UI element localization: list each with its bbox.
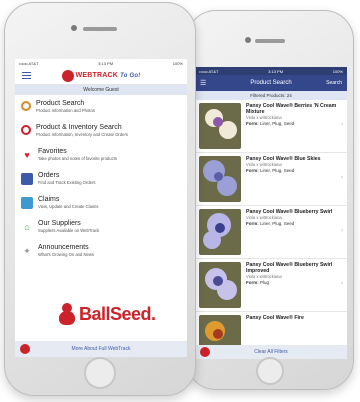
- truck-icon: [21, 173, 33, 185]
- product-name: Pansy Cool Wave® Blueberry Swirl Improve…: [246, 262, 333, 274]
- product-search-screen: •••oo AT&T 3:13 PM 100% ☰ Product Search…: [195, 67, 347, 359]
- form-label: Form:: [246, 280, 259, 285]
- form-value: Liner, Plug, Seed: [260, 168, 295, 173]
- menu-subtitle: Product Information and Photos: [36, 108, 95, 113]
- menu-subtitle: Suppliers Available on WebTrack: [38, 228, 100, 233]
- ball-badge-icon: [61, 69, 74, 82]
- menu-item-favorites[interactable]: ♥ Favorites Take photos and notes of favo…: [15, 145, 187, 169]
- product-thumbnail: [199, 262, 241, 308]
- main-menu: Product Search Product Information and Ph…: [15, 95, 187, 265]
- status-time: 3:13 PM: [98, 60, 114, 66]
- claims-icon: [21, 197, 33, 209]
- chevron-right-icon: ›: [341, 228, 343, 234]
- app-header: WEBTRACK To Go!: [15, 67, 187, 85]
- magnifier-icon: [21, 101, 31, 111]
- menu-subtitle: View, Update and Create Claims: [38, 204, 99, 209]
- menu-title: Favorites: [38, 148, 67, 155]
- camera-icon: [71, 25, 77, 31]
- form-value: Liner, Plug, Seed: [260, 121, 295, 126]
- menu-subtitle: Find and Track Existing Orders: [38, 180, 96, 185]
- ball-badge-icon: [20, 344, 30, 354]
- menu-subtitle: Product Information, Inventory and Creat…: [36, 132, 128, 137]
- speaker-icon: [255, 39, 285, 43]
- menu-item-product-inventory-search[interactable]: Product & Inventory Search Product Inform…: [15, 121, 187, 145]
- footer-label: More About Full WebTrack: [71, 346, 131, 352]
- status-carrier: •••oo AT&T: [199, 68, 219, 74]
- status-bar: •••oo AT&T 3:13 PM 100%: [195, 67, 347, 75]
- nav-title: Product Search: [250, 80, 292, 86]
- ball-seed-mark-icon: [59, 303, 75, 325]
- menu-subtitle: What's Growing On and News: [38, 252, 94, 257]
- menu-item-product-search[interactable]: Product Search Product Information and Ph…: [15, 97, 187, 121]
- product-row[interactable]: Pansy Cool Wave® Blueberry Swirl Viola x…: [195, 206, 347, 259]
- nav-bar: ☰ Product Search Search: [195, 75, 347, 91]
- camera-icon: [245, 37, 251, 43]
- status-battery: 100%: [332, 68, 343, 74]
- product-name: Pansy Cool Wave® Fire: [246, 315, 304, 321]
- magnifier-icon: [21, 125, 31, 135]
- home-screen: •••oo AT&T 3:13 PM 100% WEBTRACK To Go! …: [15, 59, 187, 357]
- clear-filters-label: Clear All Filters: [254, 349, 288, 355]
- menu-subtitle: Take photos and notes of favorite produc…: [38, 156, 117, 161]
- status-battery: 100%: [172, 60, 183, 66]
- product-row[interactable]: Pansy Cool Wave® Blue Skies Viola x witt…: [195, 153, 347, 206]
- welcome-banner: Welcome Guest: [15, 85, 187, 95]
- heart-icon: ♥: [24, 150, 30, 160]
- logo-brand: WEBTRACK: [75, 72, 118, 79]
- menu-title: Orders: [38, 172, 60, 179]
- product-thumbnail: [199, 156, 241, 202]
- speaker-icon: [83, 27, 117, 31]
- product-thumbnail: [199, 209, 241, 255]
- form-label: Form:: [246, 221, 259, 226]
- status-time: 3:13 PM: [268, 68, 284, 74]
- home-button[interactable]: [256, 357, 284, 385]
- menu-title: Claims: [38, 196, 60, 203]
- menu-title: Product Search: [36, 100, 85, 107]
- status-carrier: •••oo AT&T: [19, 60, 39, 66]
- menu-item-orders[interactable]: Orders Find and Track Existing Orders: [15, 169, 187, 193]
- phone-right: •••oo AT&T 3:13 PM 100% ☰ Product Search…: [186, 10, 354, 390]
- menu-title: Our Suppliers: [38, 220, 81, 227]
- status-bar: •••oo AT&T 3:13 PM 100%: [15, 59, 187, 67]
- webtrack-logo: WEBTRACK To Go!: [61, 69, 141, 82]
- phone-left: •••oo AT&T 3:13 PM 100% WEBTRACK To Go! …: [4, 2, 196, 396]
- product-row[interactable]: Pansy Cool Wave® Berries 'N Cream Mixtur…: [195, 100, 347, 153]
- ball-badge-icon: [200, 347, 210, 357]
- menu-title: Product & Inventory Search: [36, 124, 122, 131]
- chevron-right-icon: ›: [341, 281, 343, 287]
- menu-title: Announcements: [38, 244, 89, 251]
- product-thumbnail: [199, 103, 241, 149]
- menu-icon[interactable]: ☰: [200, 79, 206, 87]
- chevron-right-icon: ›: [341, 175, 343, 181]
- search-button[interactable]: Search: [326, 80, 342, 86]
- menu-item-claims[interactable]: Claims View, Update and Create Claims: [15, 193, 187, 217]
- ball-seed-wordmark: BallSeed.: [79, 303, 156, 324]
- home-button[interactable]: [84, 357, 116, 389]
- product-name: Pansy Cool Wave® Berries 'N Cream Mixtur…: [246, 103, 337, 115]
- form-value: Plug: [260, 280, 270, 285]
- house-icon: ⌂: [24, 222, 30, 232]
- announcement-icon: ✦: [23, 245, 31, 256]
- form-value: Liner, Plug, Seed: [260, 221, 295, 226]
- menu-item-announcements[interactable]: ✦ Announcements What's Growing On and New…: [15, 241, 187, 265]
- form-label: Form:: [246, 168, 259, 173]
- form-label: Form:: [246, 121, 259, 126]
- product-row[interactable]: Pansy Cool Wave® Blueberry Swirl Improve…: [195, 259, 347, 312]
- logo-suffix: To Go!: [120, 73, 141, 79]
- ball-seed-logo: BallSeed.: [59, 303, 156, 325]
- menu-item-our-suppliers[interactable]: ⌂ Our Suppliers Suppliers Available on We…: [15, 217, 187, 241]
- chevron-right-icon: ›: [341, 122, 343, 128]
- full-webtrack-link[interactable]: More About Full WebTrack: [15, 341, 187, 357]
- hamburger-menu-icon[interactable]: [22, 72, 31, 79]
- filtered-count: Filtered Products: 24: [195, 91, 347, 100]
